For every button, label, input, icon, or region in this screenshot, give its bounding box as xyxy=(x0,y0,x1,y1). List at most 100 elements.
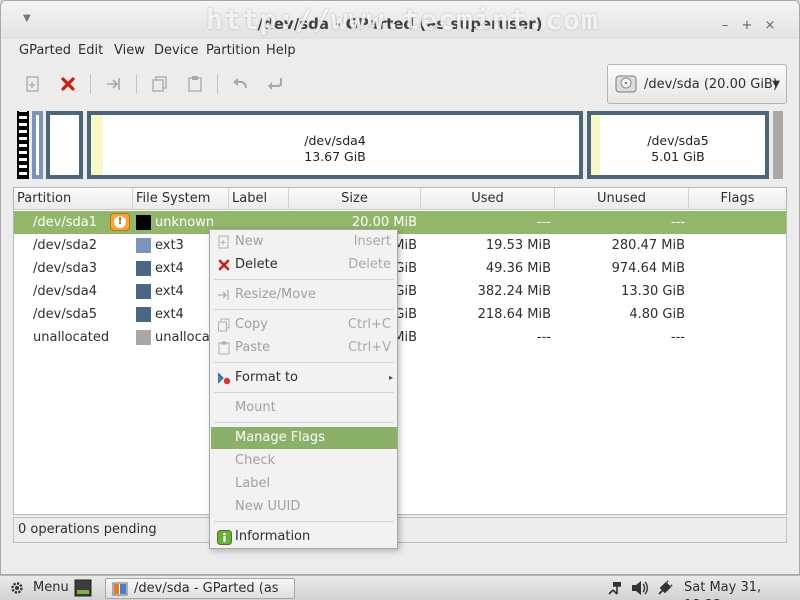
taskbar-menu[interactable]: Menu xyxy=(33,579,69,597)
menu-edit[interactable]: Edit xyxy=(78,43,103,58)
menu-item-information[interactable]: Information xyxy=(211,526,397,548)
cell-partition: /dev/sda3 xyxy=(33,261,97,276)
power-plug-icon[interactable] xyxy=(657,580,673,596)
menu-item-format-to[interactable]: Format to ▸ xyxy=(211,367,397,389)
menu-separator xyxy=(214,521,394,522)
menu-item-delete[interactable]: Delete Delete xyxy=(211,254,397,276)
cell-flags xyxy=(689,234,784,257)
menu-item-label: Format to xyxy=(235,370,298,385)
format-icon xyxy=(216,370,232,386)
diskmap-sda1[interactable] xyxy=(17,111,29,179)
table-row[interactable]: /dev/sda5 ext4 GiB 218.64 MiB 4.80 GiB xyxy=(14,303,786,326)
menu-separator xyxy=(214,362,394,363)
menu-item-label: Paste xyxy=(235,340,271,355)
menu-device[interactable]: Device xyxy=(154,43,198,58)
cell-flags xyxy=(689,326,784,349)
submenu-arrow-icon: ▸ xyxy=(388,373,393,382)
undo-icon[interactable] xyxy=(226,70,254,98)
cell-unused: 280.47 MiB xyxy=(611,238,685,253)
menu-item-new-uuid[interactable]: New UUID xyxy=(211,496,397,518)
paste-icon xyxy=(216,340,232,356)
diskmap-sda4[interactable]: /dev/sda4 13.67 GiB xyxy=(87,111,583,179)
device-selector[interactable]: /dev/sda (20.00 GiB) ▼ xyxy=(607,64,787,104)
table-row[interactable]: unallocated unallocated MiB --- --- xyxy=(14,326,786,349)
close-icon[interactable]: × xyxy=(763,19,777,33)
apply-icon[interactable] xyxy=(261,70,289,98)
col-label[interactable]: Label xyxy=(229,188,289,210)
cell-partition: /dev/sda5 xyxy=(33,307,97,322)
col-unused[interactable]: Unused xyxy=(555,188,689,210)
cell-partition: /dev/sda4 xyxy=(33,284,97,299)
col-size[interactable]: Size xyxy=(289,188,421,210)
menu-help[interactable]: Help xyxy=(266,43,296,58)
diskmap-sda2[interactable] xyxy=(32,111,43,179)
table-row[interactable]: /dev/sda1 unknown 20.00 MiB --- ---! xyxy=(14,211,786,234)
table-row[interactable]: /dev/sda4 ext4 GiB 382.24 MiB 13.30 GiB xyxy=(14,280,786,303)
diskmap-sda5-size: 5.01 GiB xyxy=(651,149,705,164)
col-partition[interactable]: Partition xyxy=(14,188,133,210)
filesystem-color-swatch xyxy=(136,261,151,276)
menu-item-label: Check xyxy=(235,453,275,468)
status-bar: 0 operations pending xyxy=(13,517,787,543)
cell-flags xyxy=(689,303,784,326)
menu-separator xyxy=(214,279,394,280)
cell-used: 49.36 MiB xyxy=(485,261,551,276)
maximize-icon[interactable]: + xyxy=(740,19,754,33)
information-icon xyxy=(216,529,232,545)
cell-unused: 13.30 GiB xyxy=(621,284,685,299)
table-row[interactable]: /dev/sda3 ext4 GiB 49.36 MiB 974.64 MiB xyxy=(14,257,786,280)
menu-view[interactable]: View xyxy=(114,43,145,58)
menu-item-label: Label xyxy=(235,476,271,491)
menu-item-label[interactable]: Label xyxy=(211,473,397,495)
chevron-down-icon: ▼ xyxy=(772,79,780,90)
resize-move-icon[interactable] xyxy=(100,70,128,98)
menu-item-mount[interactable]: Mount xyxy=(211,397,397,419)
toolbar-separator xyxy=(136,74,137,94)
menu-partition[interactable]: Partition xyxy=(206,43,260,58)
filesystem-color-swatch xyxy=(136,284,151,299)
cell-unused: --- xyxy=(670,330,685,345)
menu-item-paste[interactable]: Paste Ctrl+V xyxy=(211,337,397,359)
harddisk-icon xyxy=(615,75,637,93)
gparted-icon xyxy=(112,582,128,596)
col-flags[interactable]: Flags xyxy=(689,188,786,210)
menu-item-copy[interactable]: Copy Ctrl+C xyxy=(211,314,397,336)
gparted-window: ▼ /dev/sda - GParted (as superuser) http… xyxy=(0,0,800,575)
warning-icon[interactable]: ! xyxy=(110,213,130,231)
gear-icon[interactable] xyxy=(9,580,25,596)
copy-icon xyxy=(216,317,232,333)
menu-item-resize-move[interactable]: Resize/Move xyxy=(211,284,397,306)
menu-gparted[interactable]: GParted xyxy=(19,43,71,58)
menu-separator xyxy=(214,309,394,310)
diskmap-unallocated[interactable] xyxy=(773,111,783,179)
menu-item-new[interactable]: New Insert xyxy=(211,231,397,253)
menu-item-label: Delete xyxy=(235,257,278,272)
toolbar-separator xyxy=(90,74,91,94)
new-partition-icon[interactable] xyxy=(19,70,47,98)
operations-status: 0 operations pending xyxy=(18,522,157,537)
cell-flags xyxy=(689,211,784,234)
col-used[interactable]: Used xyxy=(421,188,555,210)
filesystem-color-swatch xyxy=(136,307,151,322)
diskmap-sda3[interactable] xyxy=(46,111,83,179)
copy-icon[interactable] xyxy=(146,70,174,98)
toolbar-separator xyxy=(217,74,218,94)
cell-used: --- xyxy=(536,330,551,345)
network-icon[interactable] xyxy=(607,580,623,596)
diskmap-sda5[interactable]: /dev/sda5 5.01 GiB xyxy=(587,111,769,179)
terminal-icon[interactable] xyxy=(74,579,92,597)
minimize-icon[interactable]: – xyxy=(718,19,732,33)
taskbar-window-gparted[interactable]: /dev/sda - GParted (as ... xyxy=(105,578,295,600)
delete-icon[interactable] xyxy=(54,70,82,98)
menu-item-label: Information xyxy=(235,529,311,544)
menu-separator xyxy=(214,422,394,423)
menu-item-accelerator: Ctrl+C xyxy=(347,317,391,332)
context-menu: New Insert Delete Delete Resize/Move Copy Ctrl… xyxy=(209,229,398,549)
paste-icon[interactable] xyxy=(181,70,209,98)
title-bar[interactable]: ▼ /dev/sda - GParted (as superuser) http… xyxy=(1,1,799,39)
menu-item-check[interactable]: Check xyxy=(211,450,397,472)
table-row[interactable]: /dev/sda2 ext3 MiB 19.53 MiB 280.47 MiB xyxy=(14,234,786,257)
col-filesystem[interactable]: File System xyxy=(133,188,229,210)
volume-icon[interactable] xyxy=(631,580,649,596)
menu-item-manage-flags[interactable]: Manage Flags xyxy=(211,427,397,449)
